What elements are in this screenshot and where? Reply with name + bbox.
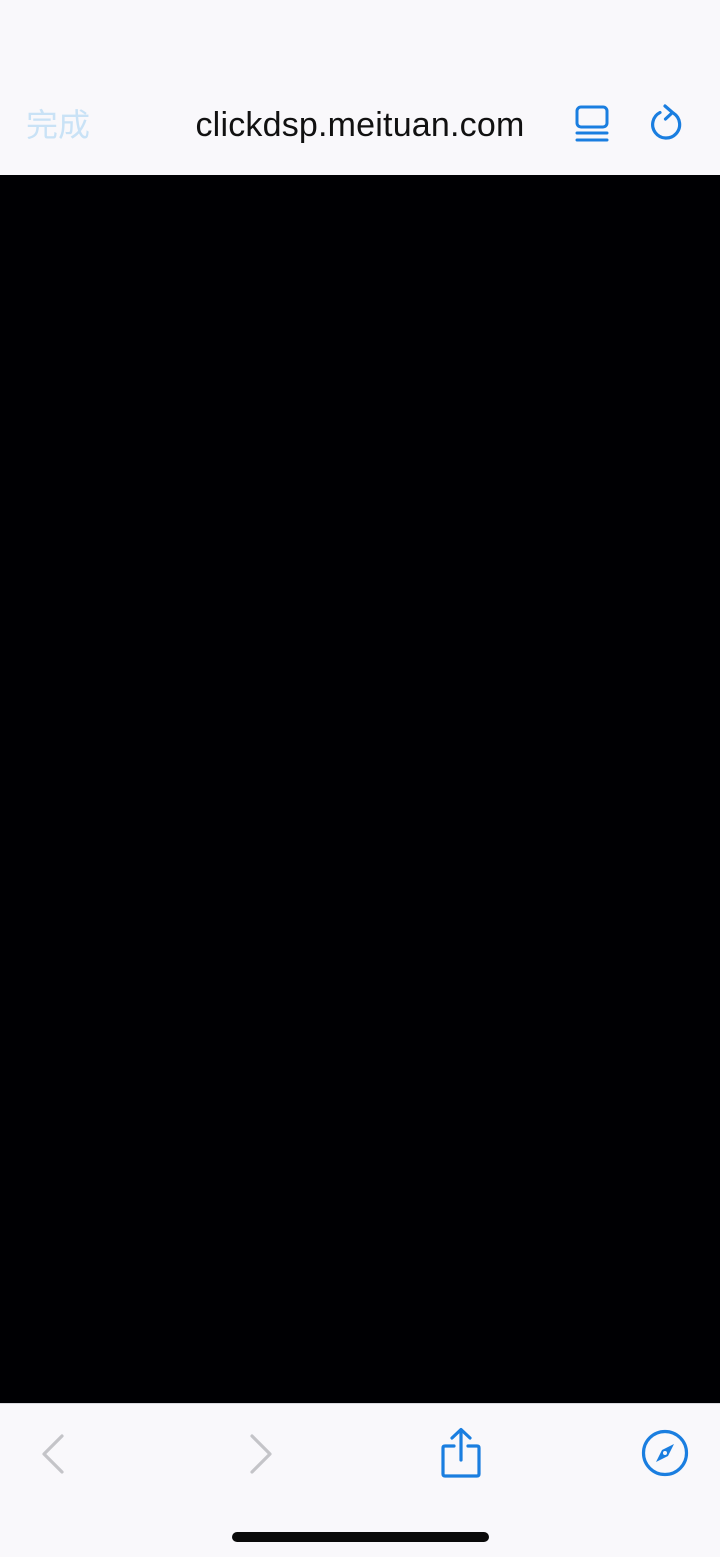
- safari-button[interactable]: [640, 1428, 690, 1478]
- back-button[interactable]: [30, 1430, 78, 1478]
- home-indicator: [232, 1532, 489, 1542]
- reload-button[interactable]: [643, 100, 691, 148]
- bottom-toolbar: [0, 1403, 720, 1557]
- reader-mode-button[interactable]: [568, 100, 616, 148]
- top-navigation-bar: 完成 clickdsp.meituan.com: [0, 0, 720, 175]
- web-content-area[interactable]: [0, 175, 720, 1403]
- done-button[interactable]: 完成: [26, 104, 90, 146]
- share-icon: [441, 1427, 481, 1478]
- reader-mode-icon: [575, 105, 609, 142]
- reload-icon: [651, 104, 682, 140]
- page-url: clickdsp.meituan.com: [195, 106, 525, 144]
- chevron-left-icon: [42, 1434, 64, 1474]
- compass-icon: [641, 1429, 689, 1477]
- forward-button[interactable]: [236, 1430, 284, 1478]
- browser-screen: 完成 clickdsp.meituan.com: [0, 0, 720, 1557]
- share-button[interactable]: [437, 1426, 485, 1482]
- chevron-right-icon: [250, 1434, 272, 1474]
